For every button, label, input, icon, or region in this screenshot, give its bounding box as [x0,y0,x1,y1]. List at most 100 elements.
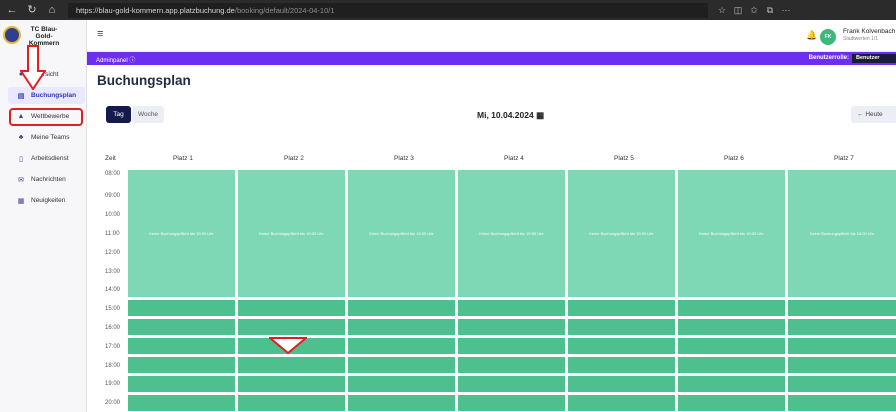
url-host: https://blau-gold-kommern.app.platzbuchu… [76,5,235,15]
booking-slot[interactable] [788,395,896,411]
booking-slot[interactable] [678,376,785,392]
star-icon[interactable]: ☆ [714,5,730,16]
booking-slot[interactable] [678,300,785,316]
booking-slot[interactable] [458,357,565,373]
document-icon: ▯ [19,155,23,163]
time-label: 08:00 [105,171,121,177]
view-day-button[interactable]: Tag [106,106,131,123]
date-picker[interactable]: Mi, 10.04.2024 ▦ [477,110,544,121]
booking-slot[interactable] [678,338,785,354]
role-select[interactable]: Benutzer [852,54,896,63]
back-icon[interactable]: ← [4,2,20,18]
time-header: Zeit [105,155,116,162]
booking-slot[interactable] [568,376,675,392]
sidebar-item-label: Meine Teams [31,134,70,141]
booking-slot[interactable] [348,395,455,411]
booking-slot[interactable] [458,395,565,411]
calendar-toolbar: Tag Woche Mi, 10.04.2024 ▦ ← Heute [87,97,896,135]
logo-emblem [3,26,21,44]
booking-slot[interactable] [348,376,455,392]
admin-bar: Adminpanel ⓘ Benutzerrolle: Benutzer [87,52,896,65]
adminpanel-link[interactable]: Adminpanel ⓘ [96,55,135,64]
sidebar-item-label: Buchungsplan [31,92,77,99]
sidebar-item-neuigkeiten[interactable]: ▦ Neuigkeiten [0,192,87,209]
blocked-period: Keine Buchungspflicht bis 15:00 Uhr [568,170,675,297]
blocked-period: Keine Buchungspflicht bis 15:00 Uhr [788,170,896,297]
booking-slot[interactable] [678,395,785,411]
arrow-left-icon: ← [857,111,864,118]
user-subtitle: Stadtwerten 1/1 [843,36,879,42]
booking-slot[interactable] [238,376,345,392]
notification-icon[interactable]: 🔔 [806,30,817,41]
today-button[interactable]: ← Heute [851,106,896,123]
booking-slot[interactable] [788,319,896,335]
booking-slot[interactable] [238,300,345,316]
user-name[interactable]: Frank Kolvenbach [843,28,895,35]
booking-slot[interactable] [348,300,455,316]
arrow-down-annotation-icon [269,337,307,354]
time-label: 18:00 [105,363,121,369]
booking-slot[interactable] [678,357,785,373]
favorites-icon[interactable]: ✩ [746,5,762,16]
blocked-period: Keine Buchungspflicht bis 15:00 Uhr [458,170,565,297]
booking-slot[interactable] [128,395,235,411]
booking-slot[interactable] [348,338,455,354]
role-label: Benutzerrolle: [808,55,849,61]
grid-header: Zeit Platz 1 Platz 2 Platz 3 Platz 4 Pla… [87,152,896,166]
court-header-2: Platz 2 [284,155,304,162]
time-label: 10:00 [105,212,121,218]
booking-slot[interactable] [788,300,896,316]
reload-icon[interactable]: ↻ [24,2,40,18]
time-label: 20:00 [105,400,121,406]
address-bar[interactable]: https://blau-gold-kommern.app.platzbuchu… [68,2,708,18]
collections-icon[interactable]: ⧉ [762,5,778,16]
booking-slot[interactable] [458,376,565,392]
team-icon: ♣ [18,134,24,141]
page-title: Buchungsplan [97,73,191,88]
blocked-period: Keine Buchungspflicht bis 15:00 Uhr [348,170,455,297]
booking-slot[interactable] [458,338,565,354]
time-label: 13:00 [105,269,121,275]
time-label: 15:00 [105,306,121,312]
booking-slot[interactable] [568,338,675,354]
avatar[interactable]: FK [820,29,836,45]
booking-slot[interactable] [128,338,235,354]
booking-slot[interactable] [788,338,896,354]
split-icon[interactable]: ◫ [730,5,746,16]
sidebar: TC Blau-Gold-Kommern ● Übersicht ▤ Buchu… [0,20,87,412]
sidebar-item-meine-teams[interactable]: ♣ Meine Teams [0,129,87,146]
date-label: Mi, 10.04.2024 [477,110,534,120]
booking-slot[interactable] [568,319,675,335]
view-week-button[interactable]: Woche [132,106,164,123]
booking-slot[interactable] [348,357,455,373]
booking-slot[interactable] [128,300,235,316]
home-browser-icon[interactable]: ⌂ [44,2,60,18]
booking-slot[interactable] [568,300,675,316]
sidebar-item-label: Nachrichten [31,176,66,183]
sidebar-item-arbeitsdienst[interactable]: ▯ Arbeitsdienst [0,150,87,167]
booking-slot[interactable] [458,319,565,335]
booking-slot[interactable] [678,319,785,335]
booking-slot[interactable] [788,376,896,392]
court-header-5: Platz 5 [614,155,634,162]
booking-slot[interactable] [238,357,345,373]
time-label: 14:00 [105,287,121,293]
booking-slot[interactable] [458,300,565,316]
booking-slot[interactable] [128,357,235,373]
sidebar-item-label: Neuigkeiten [31,197,66,204]
time-label: 09:00 [105,193,121,199]
sidebar-item-nachrichten[interactable]: ✉ Nachrichten [0,171,87,188]
booking-slot[interactable] [238,395,345,411]
booking-slot[interactable] [568,357,675,373]
booking-slot[interactable] [788,357,896,373]
court-header-7: Platz 7 [834,155,854,162]
time-label: 12:00 [105,250,121,256]
blocked-period: Keine Buchungspflicht bis 15:00 Uhr [128,170,235,297]
booking-slot[interactable] [128,319,235,335]
booking-slot[interactable] [238,319,345,335]
menu-toggle-icon[interactable]: ≡ [97,28,103,40]
booking-slot[interactable] [568,395,675,411]
booking-slot[interactable] [348,319,455,335]
more-icon[interactable]: ⋯ [778,5,794,16]
booking-slot[interactable] [128,376,235,392]
